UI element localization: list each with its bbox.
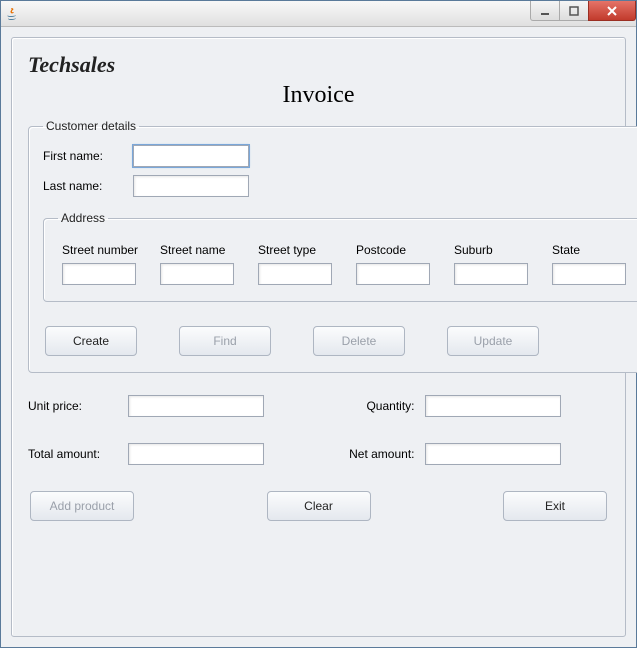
- suburb-label: Suburb: [454, 243, 532, 257]
- clear-button[interactable]: Clear: [267, 491, 371, 521]
- postcode-label: Postcode: [356, 243, 434, 257]
- state-label: State: [552, 243, 630, 257]
- street-number-label: Street number: [62, 243, 140, 257]
- customer-details-fieldset: Customer details First name: Last name: …: [28, 119, 637, 373]
- find-button[interactable]: Find: [179, 326, 271, 356]
- create-button[interactable]: Create: [45, 326, 137, 356]
- content-area: Techsales Invoice Customer details First…: [1, 27, 636, 647]
- close-button[interactable]: [588, 1, 636, 21]
- street-number-input[interactable]: [62, 263, 136, 285]
- exit-button[interactable]: Exit: [503, 491, 607, 521]
- first-name-row: First name:: [43, 145, 637, 167]
- bottom-buttons: Add product Clear Exit: [28, 491, 609, 521]
- add-product-button[interactable]: Add product: [30, 491, 134, 521]
- customer-legend: Customer details: [43, 119, 139, 133]
- pricing-grid: Unit price: Quantity: Total amount: Net …: [28, 395, 609, 465]
- street-type-label: Street type: [258, 243, 336, 257]
- total-amount-input[interactable]: [128, 443, 264, 465]
- address-inputs: [58, 257, 634, 285]
- titlebar[interactable]: [1, 1, 636, 27]
- quantity-input[interactable]: [425, 395, 561, 417]
- last-name-row: Last name:: [43, 175, 637, 197]
- java-icon: [5, 6, 21, 22]
- customer-buttons: Create Find Delete Update: [43, 326, 637, 356]
- maximize-button[interactable]: [559, 1, 589, 21]
- net-amount-label: Net amount:: [319, 447, 415, 461]
- minimize-button[interactable]: [530, 1, 560, 21]
- delete-button[interactable]: Delete: [313, 326, 405, 356]
- street-name-label: Street name: [160, 243, 238, 257]
- page-title: Invoice: [28, 82, 609, 109]
- state-input[interactable]: [552, 263, 626, 285]
- window-controls: [531, 1, 636, 21]
- quantity-label: Quantity:: [319, 399, 415, 413]
- first-name-input[interactable]: [133, 145, 249, 167]
- net-amount-input[interactable]: [425, 443, 561, 465]
- suburb-input[interactable]: [454, 263, 528, 285]
- last-name-label: Last name:: [43, 179, 133, 193]
- first-name-label: First name:: [43, 149, 133, 163]
- main-panel: Techsales Invoice Customer details First…: [11, 37, 626, 637]
- app-window: Techsales Invoice Customer details First…: [0, 0, 637, 648]
- postcode-input[interactable]: [356, 263, 430, 285]
- total-amount-label: Total amount:: [28, 447, 128, 461]
- brand: Techsales: [28, 52, 609, 78]
- unit-price-label: Unit price:: [28, 399, 128, 413]
- address-legend: Address: [58, 211, 108, 225]
- street-name-input[interactable]: [160, 263, 234, 285]
- address-fieldset: Address Street number Street name Street…: [43, 211, 637, 302]
- street-type-input[interactable]: [258, 263, 332, 285]
- unit-price-input[interactable]: [128, 395, 264, 417]
- last-name-input[interactable]: [133, 175, 249, 197]
- address-headers: Street number Street name Street type Po…: [58, 237, 634, 257]
- update-button[interactable]: Update: [447, 326, 539, 356]
